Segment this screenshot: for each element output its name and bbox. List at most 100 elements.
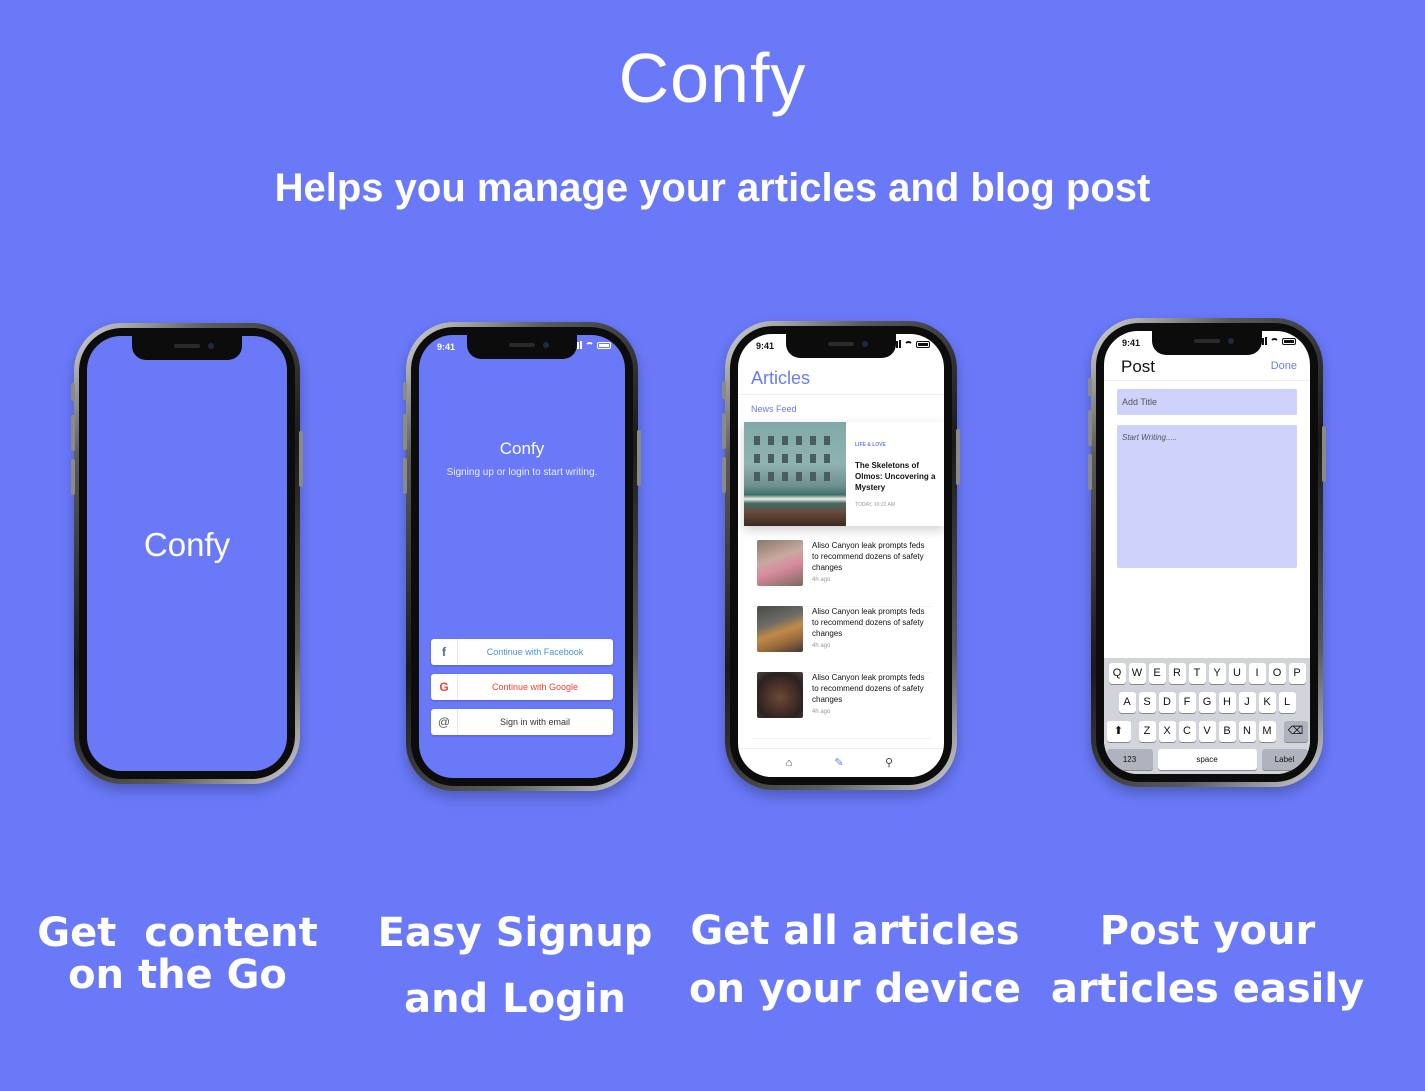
wifi-icon — [904, 340, 913, 348]
google-icon: G — [431, 674, 458, 700]
post-title: Post — [1121, 357, 1156, 376]
facebook-login-button[interactable]: f Continue with Facebook — [431, 639, 613, 665]
key-o[interactable]: O — [1268, 663, 1286, 684]
caption-splash: Get content on the Go — [37, 910, 318, 998]
home-icon[interactable]: ⌂ — [783, 757, 795, 769]
key-u[interactable]: U — [1228, 663, 1246, 684]
status-time: 9:41 — [1122, 338, 1141, 348]
keyboard-row-2: ASDFGHJKL — [1104, 692, 1310, 713]
article-time: 4h ago — [812, 577, 831, 583]
status-time: 9:41 — [756, 341, 775, 351]
phone-splash: Confy — [71, 323, 303, 784]
article-thumbnail — [757, 606, 803, 652]
app-title: Confy — [618, 39, 807, 117]
key-s[interactable]: S — [1138, 692, 1156, 713]
key-j[interactable]: J — [1238, 692, 1256, 713]
key-f[interactable]: F — [1178, 692, 1196, 713]
key-i[interactable]: I — [1248, 663, 1266, 684]
tab-bar: ⌂ ✎ ⚲ — [738, 748, 944, 777]
key-b[interactable]: B — [1218, 721, 1236, 742]
battery-icon — [916, 340, 930, 348]
email-login-button[interactable]: @ Sign in with email — [431, 709, 613, 735]
key-l[interactable]: L — [1278, 692, 1296, 713]
article-thumbnail — [757, 540, 803, 586]
caption-post: Post your articles easily — [1050, 908, 1365, 1012]
notch — [786, 334, 896, 358]
notch — [1152, 331, 1262, 355]
article-title: Aliso Canyon leak prompts feds to recomm… — [812, 607, 925, 638]
add-title-placeholder: Add Title — [1122, 397, 1158, 407]
facebook-icon: f — [431, 639, 458, 665]
phone-articles: 9:41 Articles News Feed LIFE & LOVE The … — [722, 321, 960, 790]
notch — [467, 335, 577, 359]
key-c[interactable]: C — [1178, 721, 1196, 742]
key-r[interactable]: R — [1168, 663, 1186, 684]
shift-key[interactable]: ⬆ — [1106, 721, 1131, 742]
featured-article-image — [744, 422, 846, 526]
add-title-input[interactable]: Add Title — [1117, 389, 1297, 415]
list-item[interactable]: Aliso Canyon leak prompts feds to recomm… — [751, 672, 931, 739]
news-feed-label[interactable]: News Feed — [751, 404, 797, 414]
list-item[interactable]: Aliso Canyon leak prompts feds to recomm… — [751, 540, 931, 607]
status-time: 9:41 — [437, 342, 456, 352]
keyboard-row-3: ⬆ ZXCVBNM ⌫ — [1104, 721, 1310, 742]
edit-icon[interactable]: ✎ — [833, 757, 845, 769]
article-thumbnail — [757, 672, 803, 718]
key-e[interactable]: E — [1148, 663, 1166, 684]
key-p[interactable]: P — [1288, 663, 1306, 684]
key-h[interactable]: H — [1218, 692, 1236, 713]
profile-icon[interactable]: ⚲ — [883, 757, 895, 769]
list-item[interactable]: Aliso Canyon leak prompts feds to recomm… — [751, 606, 931, 673]
key-a[interactable]: A — [1118, 692, 1136, 713]
keyboard-row-4: 123 space Label — [1104, 749, 1310, 770]
featured-title: The Skeletons of Olmos: Uncovering a Mys… — [855, 461, 936, 492]
wifi-icon — [585, 341, 594, 349]
key-k[interactable]: K — [1258, 692, 1276, 713]
article-time: 4h ago — [812, 709, 831, 715]
login-app-name: Confy — [499, 439, 545, 458]
article-body-input[interactable]: Start Writing..... — [1117, 425, 1297, 568]
splash-screen: Confy — [87, 336, 287, 771]
login-screen: 9:41 Confy Signing up or login to start … — [419, 335, 625, 778]
google-login-label: Continue with Google — [491, 682, 579, 692]
key-z[interactable]: Z — [1138, 721, 1156, 742]
keyboard-row-1: QWERTYUIOP — [1104, 663, 1310, 684]
battery-icon — [597, 341, 611, 349]
key-m[interactable]: M — [1258, 721, 1276, 742]
article-time: 4h ago — [812, 643, 831, 649]
phone-login: 9:41 Confy Signing up or login to start … — [403, 322, 641, 791]
app-subtitle: Helps you manage your articles and blog … — [274, 166, 1151, 210]
key-g[interactable]: G — [1198, 692, 1216, 713]
featured-date: TODAY, 10:22 AM — [855, 502, 896, 508]
phone-post: 9:41 Post Done Add Title Start Writing..… — [1088, 318, 1326, 787]
post-screen: 9:41 Post Done Add Title Start Writing..… — [1104, 331, 1310, 774]
keyboard: QWERTYUIOP ASDFGHJKL ⬆ ZXCVBNM ⌫ 123 spa… — [1104, 658, 1310, 774]
email-login-label: Sign in with email — [499, 717, 571, 727]
backspace-key[interactable]: ⌫ — [1283, 721, 1308, 742]
key-w[interactable]: W — [1128, 663, 1146, 684]
numbers-key[interactable]: 123 — [1106, 749, 1153, 770]
key-q[interactable]: Q — [1108, 663, 1126, 684]
battery-icon — [1282, 337, 1296, 345]
key-t[interactable]: T — [1188, 663, 1206, 684]
key-d[interactable]: D — [1158, 692, 1176, 713]
key-n[interactable]: N — [1238, 721, 1256, 742]
articles-title: Articles — [751, 368, 811, 388]
done-button[interactable]: Done — [1271, 360, 1297, 372]
body-placeholder: Start Writing..... — [1122, 433, 1178, 442]
key-y[interactable]: Y — [1208, 663, 1226, 684]
key-v[interactable]: V — [1198, 721, 1216, 742]
caption-articles: Get all articles on your device — [689, 908, 1021, 1012]
notch — [132, 336, 242, 360]
article-title: Aliso Canyon leak prompts feds to recomm… — [812, 673, 925, 704]
space-key[interactable]: space — [1157, 749, 1257, 770]
key-x[interactable]: X — [1158, 721, 1176, 742]
article-title: Aliso Canyon leak prompts feds to recomm… — [812, 541, 925, 572]
google-login-button[interactable]: G Continue with Google — [431, 674, 613, 700]
featured-article-card[interactable]: LIFE & LOVE The Skeletons of Olmos: Unco… — [744, 422, 944, 526]
facebook-login-label: Continue with Facebook — [486, 647, 584, 657]
caption-login: Easy Signup and Login — [377, 910, 653, 1022]
return-key[interactable]: Label — [1261, 749, 1308, 770]
at-icon: @ — [431, 709, 458, 735]
articles-screen: 9:41 Articles News Feed LIFE & LOVE The … — [738, 334, 944, 777]
